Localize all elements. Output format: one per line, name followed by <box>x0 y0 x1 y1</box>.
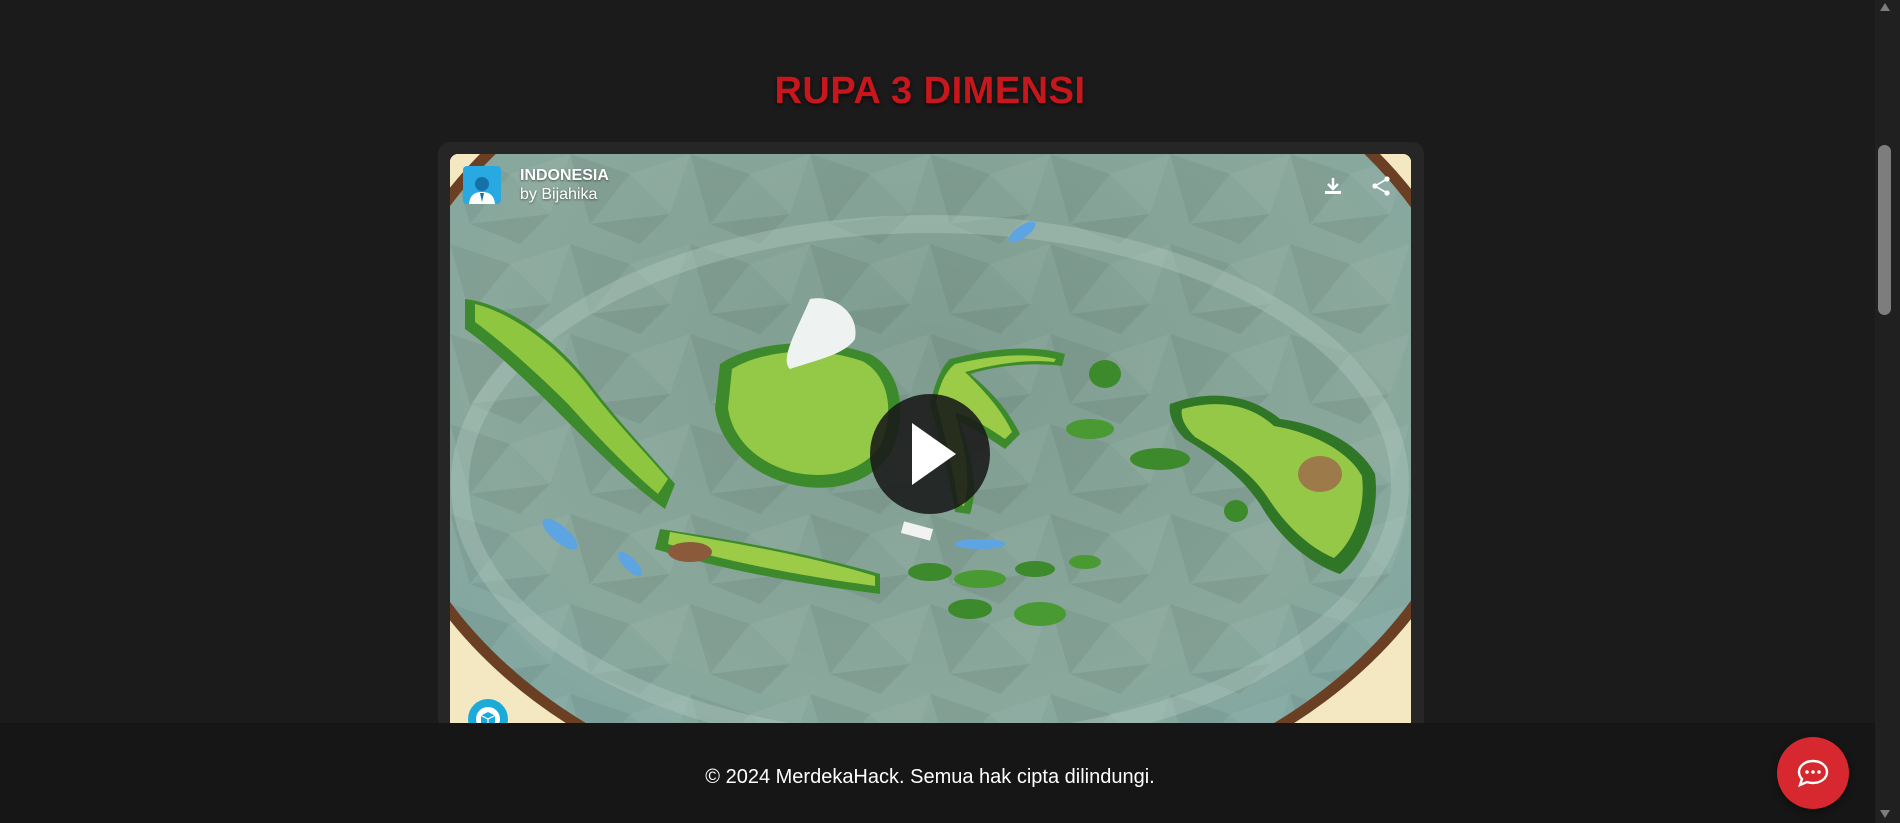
footer: © 2024 MerdekaHack. Semua hak cipta dili… <box>0 723 1875 823</box>
play-icon <box>912 423 956 485</box>
chat-button[interactable] <box>1777 737 1849 809</box>
scrollbar-thumb[interactable] <box>1878 145 1891 315</box>
user-avatar-icon[interactable] <box>463 166 501 204</box>
play-button[interactable] <box>870 394 990 514</box>
scroll-down-arrow-icon[interactable] <box>1878 807 1892 821</box>
scroll-up-arrow-icon[interactable] <box>1878 0 1892 14</box>
page-title: RUPA 3 DIMENSI <box>774 70 1086 112</box>
model-header: INDONESIA by Bijahika <box>463 166 609 204</box>
download-icon[interactable] <box>1321 174 1345 198</box>
model-author-link[interactable]: by Bijahika <box>520 185 609 204</box>
chat-bubble-icon <box>1797 759 1829 788</box>
model-info: INDONESIA by Bijahika <box>520 166 609 204</box>
scrollbar-track[interactable] <box>1875 0 1900 823</box>
model-name-link[interactable]: INDONESIA <box>520 166 609 185</box>
share-icon[interactable] <box>1369 174 1393 198</box>
viewer-actions <box>1321 174 1393 198</box>
footer-copyright: © 2024 MerdekaHack. Semua hak cipta dili… <box>705 766 1155 788</box>
model-viewer[interactable]: INDONESIA by Bijahika <box>450 154 1411 724</box>
